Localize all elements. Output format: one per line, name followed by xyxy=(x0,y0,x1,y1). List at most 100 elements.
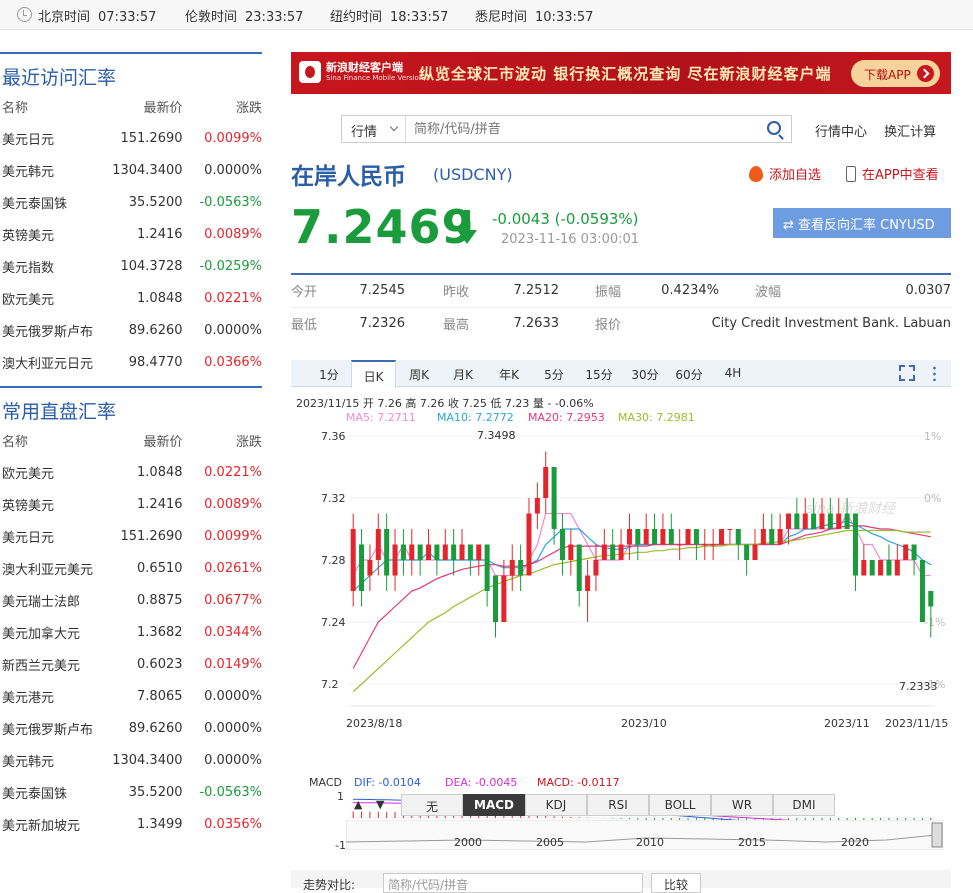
banner-logo-sub: Sina Finance Mobile Version xyxy=(326,74,424,82)
rate-name[interactable]: 美元韩元 xyxy=(0,154,103,186)
indicator-none[interactable]: 无 xyxy=(401,794,463,816)
rate-price: 1304.3400 xyxy=(112,162,183,178)
compare-button[interactable]: 比较 xyxy=(651,873,701,893)
rate-row[interactable]: 欧元美元 1.0848 0.0221% xyxy=(0,282,262,314)
rate-name[interactable]: 美元韩元 xyxy=(0,744,103,776)
tab-4h[interactable]: 4H xyxy=(713,360,753,387)
tab-30min[interactable]: 30分 xyxy=(623,360,667,387)
rate-row[interactable]: 美元日元 151.2690 0.0099% xyxy=(0,122,262,154)
indicator-boll[interactable]: BOLL xyxy=(649,794,711,816)
link-market-center[interactable]: 行情中心 xyxy=(815,125,867,140)
rate-name[interactable]: 美元加拿大元 xyxy=(0,616,103,648)
rate-name[interactable]: 美元指数 xyxy=(0,250,103,282)
rate-row[interactable]: 美元泰国铢 35.5200 -0.0563% xyxy=(0,186,262,218)
rate-row[interactable]: 美元韩元 1304.3400 0.0000% xyxy=(0,744,262,776)
rate-price: 35.5200 xyxy=(128,194,183,210)
col-name: 名称 xyxy=(2,100,29,116)
rate-row[interactable]: 美元港元 7.8065 0.0000% xyxy=(0,680,262,712)
rate-row[interactable]: 美元加拿大元 1.3682 0.0344% xyxy=(0,616,262,648)
rate-name[interactable]: 英镑美元 xyxy=(0,218,103,250)
chevron-right-icon xyxy=(917,65,934,82)
rate-price: 0.6510 xyxy=(137,560,183,576)
rate-name[interactable]: 英镑美元 xyxy=(0,488,103,520)
ohlc-info: 2023/11/15 开 7.26 高 7.26 收 7.25 低 7.23 量… xyxy=(296,396,594,410)
rate-name[interactable]: 美元港元 xyxy=(0,680,103,712)
tab-daily[interactable]: 日K xyxy=(351,360,396,388)
rate-name[interactable]: 美元泰国铢 xyxy=(0,776,103,808)
rate-price: 98.4770 xyxy=(128,354,183,370)
rate-name[interactable]: 美元俄罗斯卢布 xyxy=(0,314,103,346)
tab-weekly[interactable]: 周K xyxy=(397,360,441,387)
rate-name[interactable]: 美元日元 xyxy=(0,122,103,154)
candle-body xyxy=(417,544,423,560)
link-exchange-calc[interactable]: 换汇计算 xyxy=(884,125,936,140)
rate-name[interactable]: 欧元美元 xyxy=(0,456,103,488)
tab-monthly[interactable]: 月K xyxy=(441,360,485,387)
rate-row[interactable]: 美元泰国铢 35.5200 -0.0563% xyxy=(0,776,262,808)
candle-body xyxy=(400,544,406,560)
rate-row[interactable]: 澳大利亚元日元 98.4770 0.0366% xyxy=(0,346,262,378)
compare-input[interactable]: 简称/代码/拼音 xyxy=(383,873,643,893)
rate-name[interactable]: 美元俄罗斯卢布 xyxy=(0,712,103,744)
indicator-kdj[interactable]: KDJ xyxy=(525,794,587,816)
rate-change: 0.0356% xyxy=(204,816,262,832)
rate-name[interactable]: 美元日元 xyxy=(0,520,103,552)
top-links: 行情中心 换汇计算 xyxy=(815,121,949,140)
indicator-macd[interactable]: MACD xyxy=(463,794,525,816)
rate-name[interactable]: 澳大利亚元美元 xyxy=(0,552,103,584)
rate-row[interactable]: 美元俄罗斯卢布 89.6260 0.0000% xyxy=(0,314,262,346)
candle-body xyxy=(861,560,867,576)
rate-row[interactable]: 英镑美元 1.2416 0.0089% xyxy=(0,488,262,520)
app-banner[interactable]: 新浪财经客户端 Sina Finance Mobile Version 纵览全球… xyxy=(291,52,951,94)
indicator-rsi[interactable]: RSI xyxy=(587,794,649,816)
rate-row[interactable]: 欧元美元 1.0848 0.0221% xyxy=(0,456,262,488)
x-tick-label: 2023/8/18 xyxy=(346,717,402,730)
rate-name[interactable]: 美元瑞士法郎 xyxy=(0,584,103,616)
rate-row[interactable]: 美元新加坡元 1.3499 0.0356% xyxy=(0,808,262,840)
rate-row[interactable]: 美元俄罗斯卢布 89.6260 0.0000% xyxy=(0,712,262,744)
rate-row[interactable]: 美元瑞士法郎 0.8875 0.0677% xyxy=(0,584,262,616)
rate-row[interactable]: 英镑美元 1.2416 0.0089% xyxy=(0,218,262,250)
tab-60min[interactable]: 60分 xyxy=(667,360,711,387)
rate-name[interactable]: 美元泰国铢 xyxy=(0,186,103,218)
rate-price: 151.2690 xyxy=(120,130,183,146)
rate-price: 1.3499 xyxy=(137,816,183,832)
timeline-navigator[interactable]: 2000 2005 2010 2015 2020 xyxy=(346,820,943,850)
reverse-rate-button[interactable]: ⇄ 查看反向汇率 CNYUSD xyxy=(773,208,951,238)
fullscreen-icon[interactable] xyxy=(899,365,915,381)
rate-row[interactable]: 美元指数 104.3728 -0.0259% xyxy=(0,250,262,282)
timeline-handle[interactable] xyxy=(931,822,943,848)
candle-body xyxy=(777,529,783,545)
timeline-year: 2010 xyxy=(636,836,664,849)
search-icon[interactable] xyxy=(767,121,781,135)
more-options-icon[interactable] xyxy=(933,365,936,381)
indicator-dmi[interactable]: DMI xyxy=(773,794,835,816)
sina-watermark: sina 新浪财经 xyxy=(806,501,897,517)
rate-name[interactable]: 美元新加坡元 xyxy=(0,808,103,840)
rate-name[interactable]: 澳大利亚元日元 xyxy=(0,346,103,378)
add-watchlist-button[interactable]: 添加自选 xyxy=(749,164,821,183)
search-input[interactable] xyxy=(414,119,744,139)
rate-row[interactable]: 澳大利亚元美元 0.6510 0.0261% xyxy=(0,552,262,584)
macd-bottom-tick: -1 xyxy=(335,839,346,852)
rate-name[interactable]: 欧元美元 xyxy=(0,282,103,314)
indicator-wr[interactable]: WR xyxy=(711,794,773,816)
rate-row[interactable]: 美元日元 151.2690 0.0099% xyxy=(0,520,262,552)
view-in-app-button[interactable]: 在APP中查看 xyxy=(846,164,939,183)
tab-5min[interactable]: 5分 xyxy=(534,360,574,387)
rate-name[interactable]: 新西兰元美元 xyxy=(0,648,103,680)
nav-down-button[interactable]: ▼ xyxy=(376,798,384,811)
tab-1min[interactable]: 1分 xyxy=(305,360,353,387)
market-select[interactable]: 行情 xyxy=(342,116,406,142)
candle-body xyxy=(359,544,365,591)
x-tick-label: 2023/11 xyxy=(824,717,870,730)
download-app-button[interactable]: 下载APP xyxy=(851,60,940,87)
candle-body xyxy=(894,560,900,576)
candle-body xyxy=(744,544,750,560)
tab-15min[interactable]: 15分 xyxy=(577,360,621,387)
rate-row[interactable]: 美元韩元 1304.3400 0.0000% xyxy=(0,154,262,186)
tab-yearly[interactable]: 年K xyxy=(487,360,531,387)
nav-up-button[interactable]: ▲ xyxy=(354,798,362,811)
rate-row[interactable]: 新西兰元美元 0.6023 0.0149% xyxy=(0,648,262,680)
pct-tick-label: -1% xyxy=(924,616,945,629)
